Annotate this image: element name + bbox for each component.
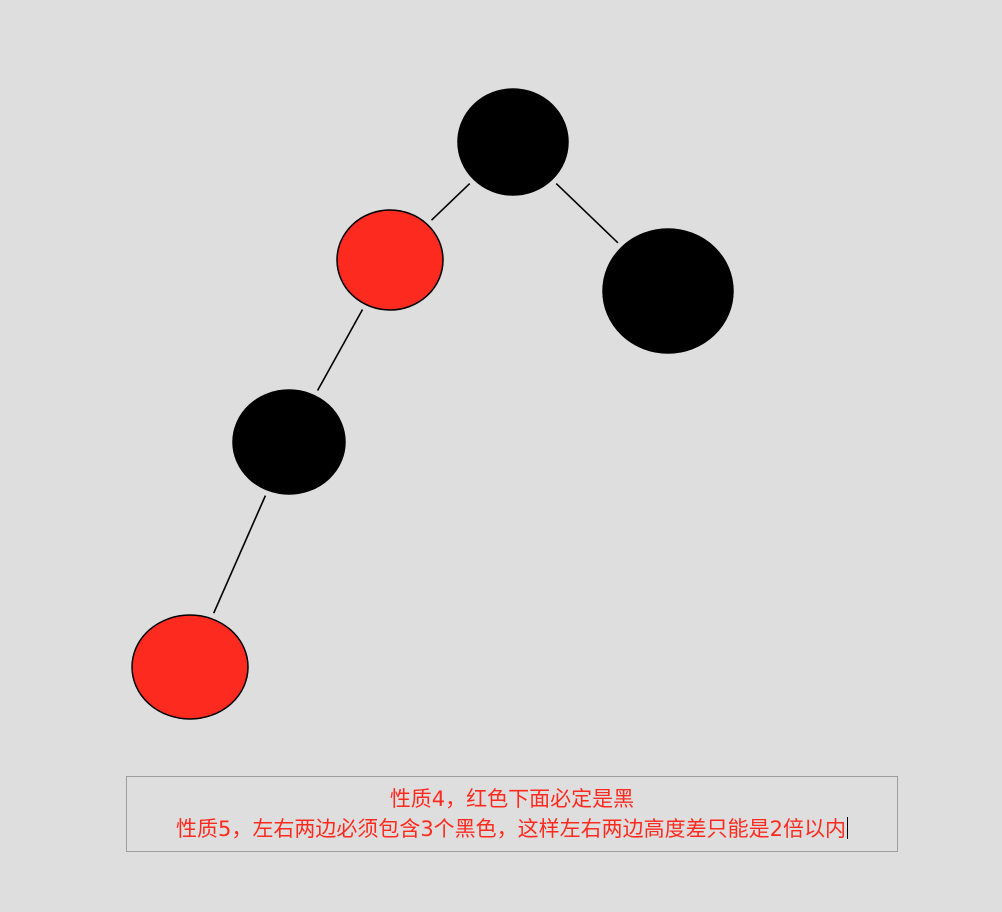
red-node-left-great-grandchild[interactable] [131,614,249,720]
black-node-left-grandchild[interactable] [232,389,346,495]
edge-left-grandchild-to-left-great-grandchild [212,495,267,614]
edge-left-child-to-left-grandchild [316,309,364,391]
red-node-left-child[interactable] [336,209,444,311]
edge-root-to-left-child [430,182,471,221]
tree-nodes [131,88,734,720]
diagram-canvas: 性质4，红色下面必定是黑 性质5，左右两边必须包含3个黑色，这样左右两边高度差只… [0,0,1002,912]
note-line-1: 性质4，红色下面必定是黑 [389,787,635,811]
black-node-right-child[interactable] [602,228,734,354]
edge-root-to-right-child [555,183,619,244]
black-node-root[interactable] [457,88,569,196]
note-line-2-wrapper: 性质5，左右两边必须包含3个黑色，这样左右两边高度差只能是2倍以内 [175,814,849,844]
note-text-box[interactable]: 性质4，红色下面必定是黑 性质5，左右两边必须包含3个黑色，这样左右两边高度差只… [126,776,898,852]
note-line-2: 性质5，左右两边必须包含3个黑色，这样左右两边高度差只能是2倍以内 [175,817,847,841]
text-cursor [847,817,849,839]
